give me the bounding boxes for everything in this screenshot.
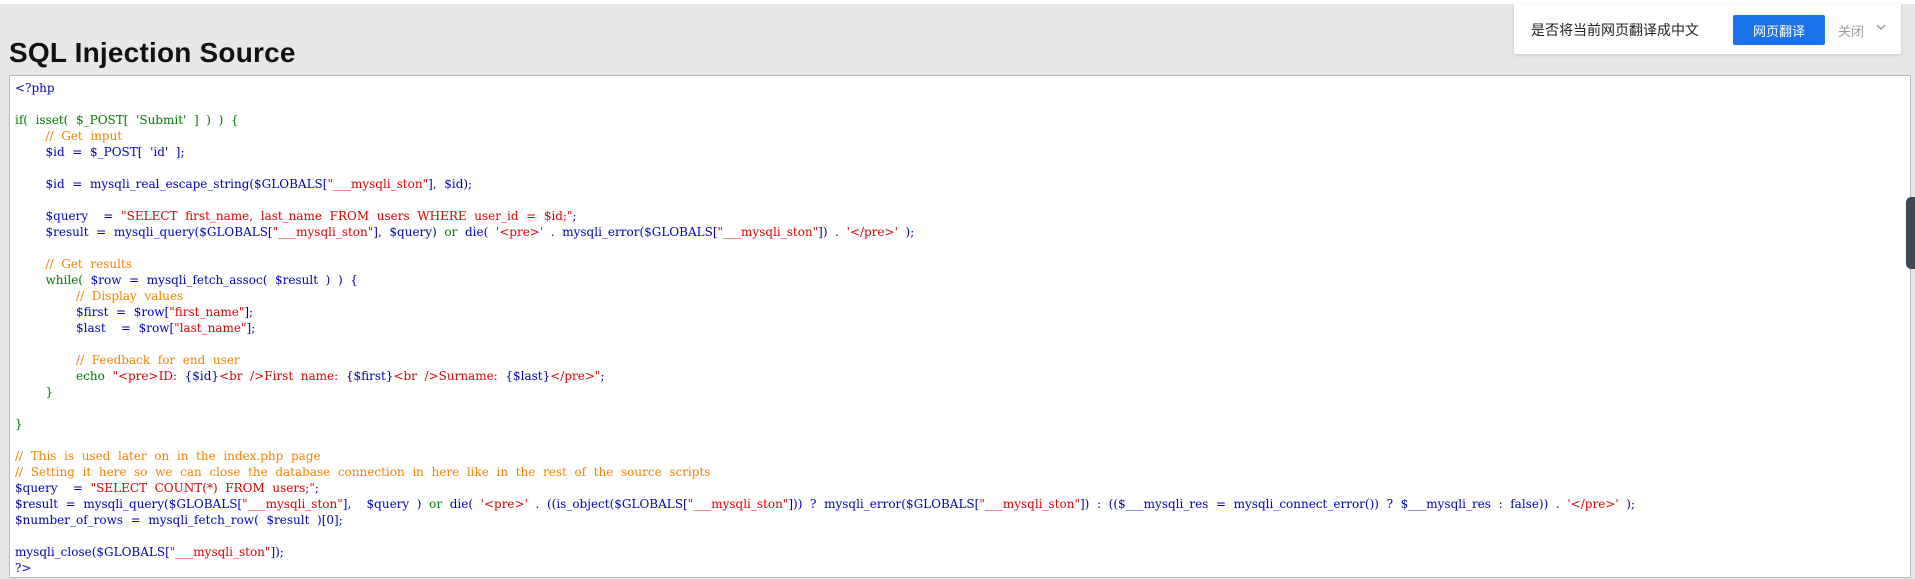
code-token-string: "___mysqli_ston" xyxy=(979,497,1080,511)
translate-page-button[interactable]: 网页翻译 xyxy=(1733,15,1825,45)
code-token-keyword: or xyxy=(429,497,443,511)
code-token-default: $last = $row[ xyxy=(15,321,175,335)
page-title: SQL Injection Source xyxy=(9,36,296,68)
code-token-keyword: while( xyxy=(15,273,91,287)
side-panel-handle[interactable] xyxy=(1906,197,1915,269)
code-token-keyword: if( isset( $_POST[ 'Submit' ] ) ) { xyxy=(15,113,239,127)
code-token-string: '</pre>' xyxy=(846,225,898,239)
code-line: <?php xyxy=(15,81,55,95)
code-token-keyword: } xyxy=(15,385,54,399)
source-code: <?php if( isset( $_POST[ 'Submit' ] ) ) … xyxy=(10,76,1910,577)
code-token-comment: // This is used later on in the index.ph… xyxy=(15,449,321,463)
code-token-default: ?> xyxy=(15,561,32,575)
code-token-string: "<pre>ID: xyxy=(112,369,185,383)
code-token-default: ]; xyxy=(246,321,256,335)
code-token-default: die( xyxy=(457,225,496,239)
code-line: mysqli_close($GLOBALS["___mysqli_ston"])… xyxy=(15,545,284,559)
code-line: } xyxy=(15,385,54,399)
code-line: echo "<pre>ID: {$id}<br />First name: {$… xyxy=(15,369,605,383)
code-token-default: ); xyxy=(897,225,915,239)
code-token-default: $first = $row[ xyxy=(15,305,170,319)
code-token-comment: // Display values xyxy=(15,289,184,303)
code-line: $number_of_rows = mysqli_fetch_row( $res… xyxy=(15,513,343,527)
code-line: $id = $_POST[ 'id' ]; xyxy=(15,145,185,159)
code-token-string: </pre>" xyxy=(550,369,601,383)
code-token-keyword: or xyxy=(444,225,458,239)
code-line: $query = "SELECT first_name, last_name F… xyxy=(15,209,577,223)
code-line: $last = $row["last_name"]; xyxy=(15,321,255,335)
code-token-default: {$first} xyxy=(345,369,394,383)
code-token-default: ], $query) xyxy=(373,225,445,239)
code-token-default: $number_of_rows = mysqli_fetch_row( $res… xyxy=(15,513,343,527)
code-token-comment: // Get input xyxy=(15,129,123,143)
code-token-default: <?php xyxy=(15,81,55,95)
code-line: ?> xyxy=(15,561,32,575)
code-token-string: <br />First name: xyxy=(219,369,346,383)
code-token-default: {$id} xyxy=(184,369,220,383)
code-token-default: $result = mysqli_query($GLOBALS[ xyxy=(15,225,273,239)
code-token-keyword: echo xyxy=(15,369,113,383)
code-token-default: ); xyxy=(1618,497,1636,511)
code-token-default: ], $query ) xyxy=(342,497,430,511)
translate-bar: 是否将当前网页翻译成中文 网页翻译 关闭 xyxy=(1514,4,1901,54)
code-line: while( $row = mysqli_fetch_assoc( $resul… xyxy=(15,273,358,287)
code-token-default: $query = xyxy=(15,209,122,223)
code-token-default: $id = $_POST[ 'id' ]; xyxy=(15,145,185,159)
code-token-string: "SELECT first_name, last_name FROM users… xyxy=(121,209,573,223)
code-token-default: $id = mysqli_real_escape_string($GLOBALS… xyxy=(15,177,328,191)
code-line: $result = mysqli_query($GLOBALS["___mysq… xyxy=(15,497,1635,511)
code-token-string: "___mysqli_ston" xyxy=(327,177,429,191)
code-line: // This is used later on in the index.ph… xyxy=(15,449,321,463)
code-token-string: "___mysqli_ston" xyxy=(717,225,819,239)
code-line: $result = mysqli_query($GLOBALS["___mysq… xyxy=(15,225,915,239)
code-line: $query = "SELECT COUNT(*) FROM users;"; xyxy=(15,481,319,495)
code-token-string: "___mysqli_ston" xyxy=(169,545,271,559)
code-token-default: ]) . xyxy=(818,225,847,239)
code-token-default: {$last} xyxy=(505,369,551,383)
code-token-default: die( xyxy=(442,497,481,511)
code-token-default: ]) : (($___mysqli_res = mysqli_connect_e… xyxy=(1080,497,1568,511)
code-token-default: ])) ? mysqli_error($GLOBALS[ xyxy=(788,497,980,511)
code-token-default: ], $id); xyxy=(428,177,473,191)
code-token-default: ; xyxy=(314,481,319,495)
chevron-down-icon[interactable] xyxy=(1874,20,1888,34)
code-token-string: '<pre>' xyxy=(495,225,544,239)
code-line: // Display values xyxy=(15,289,183,303)
code-token-string: '<pre>' xyxy=(480,497,528,511)
code-token-default: ]); xyxy=(270,545,284,559)
code-line: // Setting it here so we can close the d… xyxy=(15,465,710,479)
code-token-comment: // Setting it here so we can close the d… xyxy=(15,465,711,479)
code-token-comment: // Get results xyxy=(15,257,132,271)
code-token-default: mysqli_close($GLOBALS[ xyxy=(15,545,170,559)
code-token-string: '</pre>' xyxy=(1567,497,1619,511)
code-token-string: <br />Surname: xyxy=(393,369,506,383)
code-line: $id = mysqli_real_escape_string($GLOBALS… xyxy=(15,177,473,191)
code-line: } xyxy=(15,417,23,431)
code-line: // Get input xyxy=(15,129,123,143)
code-token-keyword: } xyxy=(15,417,23,431)
code-token-default: $row = mysqli_fetch_assoc( $result ) ) { xyxy=(90,273,358,287)
code-token-default: $result = mysqli_query($GLOBALS[ xyxy=(15,497,243,511)
code-token-string: "___mysqli_ston" xyxy=(272,225,374,239)
page-background: SQL Injection Source <?php if( isset( $_… xyxy=(0,0,1915,579)
code-line: $first = $row["first_name"]; xyxy=(15,305,253,319)
code-token-default: . ((is_object($GLOBALS[ xyxy=(527,497,688,511)
code-token-string: "last_name" xyxy=(174,321,247,335)
code-token-string: "___mysqli_ston" xyxy=(242,497,343,511)
code-token-default: . mysqli_error($GLOBALS[ xyxy=(543,225,718,239)
source-code-panel: <?php if( isset( $_POST[ 'Submit' ] ) ) … xyxy=(9,75,1911,578)
code-line: if( isset( $_POST[ 'Submit' ] ) ) { xyxy=(15,113,239,127)
close-button[interactable]: 关闭 xyxy=(1838,21,1864,40)
code-line: // Feedback for end user xyxy=(15,353,240,367)
code-token-default: $query = xyxy=(15,481,91,495)
code-token-default: ; xyxy=(600,369,605,383)
translate-prompt: 是否将当前网页翻译成中文 xyxy=(1531,23,1699,39)
code-line: // Get results xyxy=(15,257,132,271)
code-token-comment: // Feedback for end user xyxy=(15,353,240,367)
code-token-string: "first_name" xyxy=(169,305,245,319)
code-token-default: ]; xyxy=(244,305,254,319)
code-token-default: ; xyxy=(572,209,577,223)
code-token-string: "___mysqli_ston" xyxy=(687,497,789,511)
code-token-string: "SELECT COUNT(*) FROM users;" xyxy=(90,481,315,495)
